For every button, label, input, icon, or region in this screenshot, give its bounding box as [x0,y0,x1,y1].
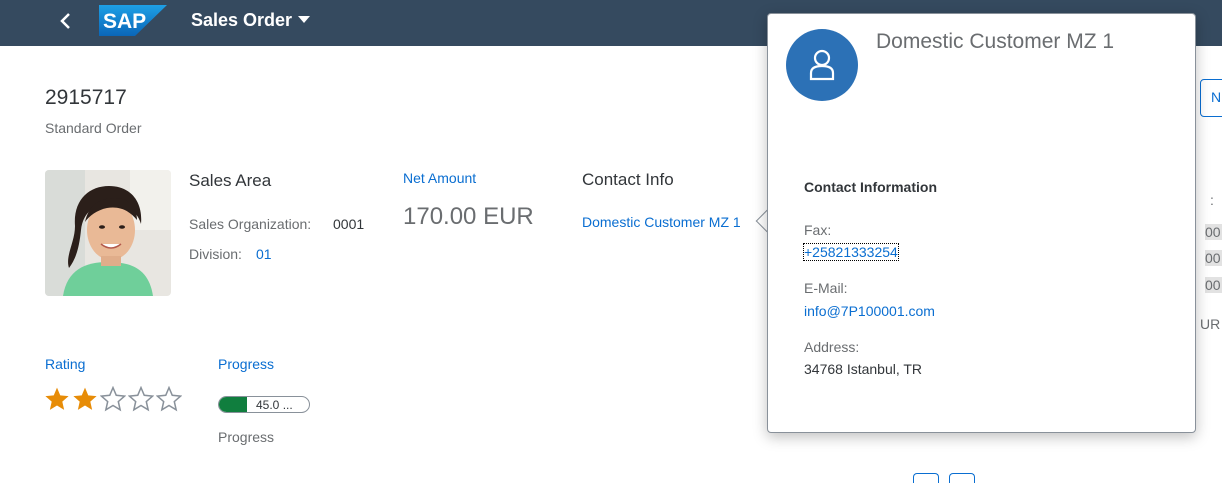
object-id: 2915717 [45,86,127,109]
chevron-left-icon [60,13,70,29]
contact-popover: Domestic Customer MZ 1 Contact Informati… [767,13,1196,433]
sap-logo: SAP [99,5,167,36]
rating-label: Rating [45,356,86,372]
sales-org-value: 0001 [333,216,365,232]
fax-label: Fax: [804,222,832,238]
app-title-menu[interactable]: Sales Order [191,10,311,31]
bg-fragment: UR [1200,316,1221,332]
contact-section-title: Contact Information [804,179,937,195]
pager-button[interactable] [949,473,975,483]
right-edge-button[interactable]: N [1200,79,1222,117]
avatar [786,29,858,101]
app-title: Sales Order [191,10,293,30]
sales-org-label: Sales Organization: [189,216,312,232]
back-button[interactable] [52,6,80,36]
star-filled-icon [45,387,69,410]
progress-fill [219,397,248,412]
net-amount-value: 170.00 EUR [403,203,534,230]
star-empty-icon [156,386,182,412]
net-amount-label: Net Amount [403,170,477,186]
popover-title: Domestic Customer MZ 1 [876,30,1115,53]
caret-down-icon [298,16,311,23]
address-label: Address: [804,339,860,355]
star-empty-icon [100,386,126,412]
contact-info-title: Contact Info [582,170,674,189]
customer-photo [45,170,171,296]
right-edge-button-label: N [1211,89,1222,105]
contact-link[interactable]: Domestic Customer MZ 1 [582,214,741,230]
progress-caption: Progress [218,429,275,445]
bg-fragment: : [1210,192,1214,208]
star-empty-icon [128,386,154,412]
bg-fragment: 00 [1205,250,1221,266]
progress-value-text: 45.0 ... [256,398,293,412]
bg-fragment: 00 [1205,277,1221,293]
bg-fragment: 00 [1205,224,1221,240]
svg-text:SAP: SAP [103,10,146,33]
progress-bar: 45.0 ... [218,396,310,413]
fax-link[interactable]: +25821333254 [803,243,899,261]
address-value: 34768 Istanbul, TR [804,361,923,377]
division-link[interactable]: 01 [256,246,272,262]
email-label: E-Mail: [804,280,848,296]
rating-indicator [44,386,182,412]
pager-button[interactable] [913,473,939,483]
division-label: Division: [189,246,242,262]
star-filled-icon [73,387,97,410]
object-subtitle: Standard Order [45,120,142,136]
progress-label: Progress [218,356,275,372]
email-link[interactable]: info@7P100001.com [804,303,935,319]
sales-area-title: Sales Area [189,171,272,190]
person-icon [809,49,835,81]
